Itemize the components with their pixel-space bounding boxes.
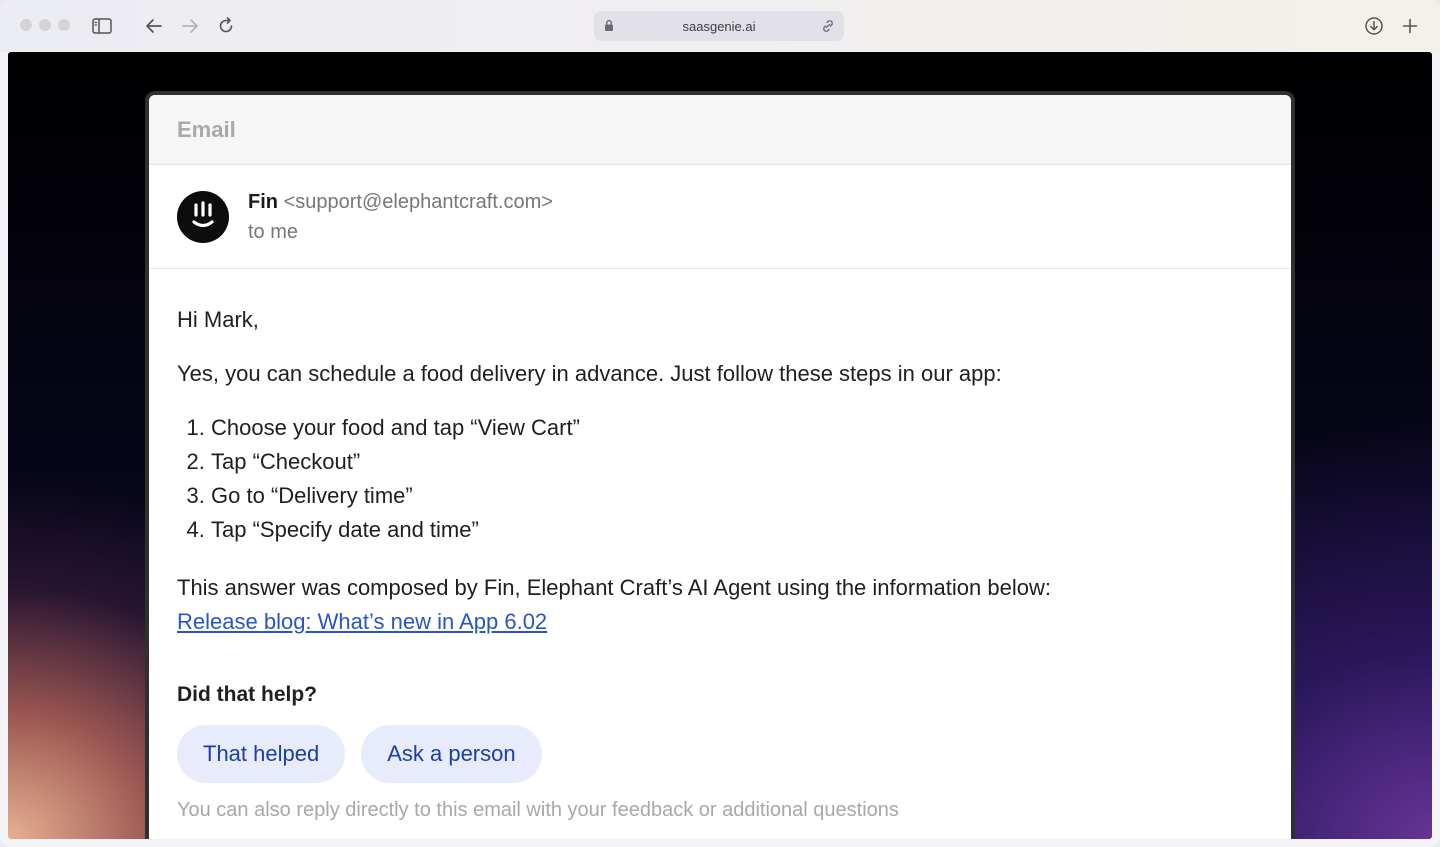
lock-icon — [604, 19, 614, 35]
address-bar[interactable]: saasgenie.ai — [594, 11, 844, 41]
step-item: Go to “Delivery time” — [211, 479, 1263, 513]
reload-icon[interactable] — [214, 14, 238, 38]
arrow-left-icon[interactable] — [142, 14, 166, 38]
minimize-window-button[interactable] — [39, 19, 51, 31]
link-icon[interactable] — [820, 18, 836, 37]
close-window-button[interactable] — [20, 19, 32, 31]
step-item: Tap “Specify date and time” — [211, 513, 1263, 547]
browser-toolbar: saasgenie.ai — [0, 0, 1440, 52]
fin-avatar — [177, 191, 229, 243]
ask-a-person-button[interactable]: Ask a person — [361, 725, 542, 783]
step-item: Tap “Checkout” — [211, 445, 1263, 479]
fin-logo-icon — [192, 201, 214, 228]
email-header: Email — [149, 95, 1291, 165]
zoom-window-button[interactable] — [58, 19, 70, 31]
feedback-buttons: That helped Ask a person — [177, 725, 1263, 783]
email-body: Hi Mark, Yes, you can schedule a food de… — [149, 269, 1291, 822]
feedback-note: You can also reply directly to this emai… — [177, 799, 899, 821]
release-blog-link[interactable]: Release blog: What’s new in App 6.02 — [177, 609, 547, 634]
that-helped-button[interactable]: That helped — [177, 725, 346, 783]
sender-block: Fin <support@elephantcraft.com> to me — [149, 165, 1291, 269]
plus-icon[interactable] — [1398, 14, 1422, 38]
recipient-line: to me — [248, 221, 299, 243]
download-icon[interactable] — [1362, 14, 1386, 38]
composed-note: This answer was composed by Fin, Elephan… — [177, 575, 1051, 600]
steps-list: Choose your food and tap “View Cart” Tap… — [177, 411, 1263, 547]
email-header-title: Email — [177, 116, 236, 142]
greeting: Hi Mark, — [177, 307, 259, 332]
feedback-question: Did that help? — [177, 683, 317, 706]
sender-line: Fin <support@elephantcraft.com> — [248, 191, 553, 214]
page-viewport: Email Fin <support@elephantcraft.com> to… — [8, 52, 1432, 839]
email-card: Email Fin <support@elephantcraft.com> to… — [145, 91, 1295, 839]
arrow-right-icon[interactable] — [178, 14, 202, 38]
window-controls — [20, 19, 70, 31]
intro-text: Yes, you can schedule a food delivery in… — [177, 361, 1002, 386]
step-item: Choose your food and tap “View Cart” — [211, 411, 1263, 445]
browser-window: saasgenie.ai Email Fin <support@elephant… — [0, 0, 1440, 847]
address-url: saasgenie.ai — [682, 18, 756, 34]
sender-name: Fin — [248, 191, 278, 213]
sidebar-icon[interactable] — [90, 14, 114, 38]
sender-address: <support@elephantcraft.com> — [283, 191, 553, 213]
